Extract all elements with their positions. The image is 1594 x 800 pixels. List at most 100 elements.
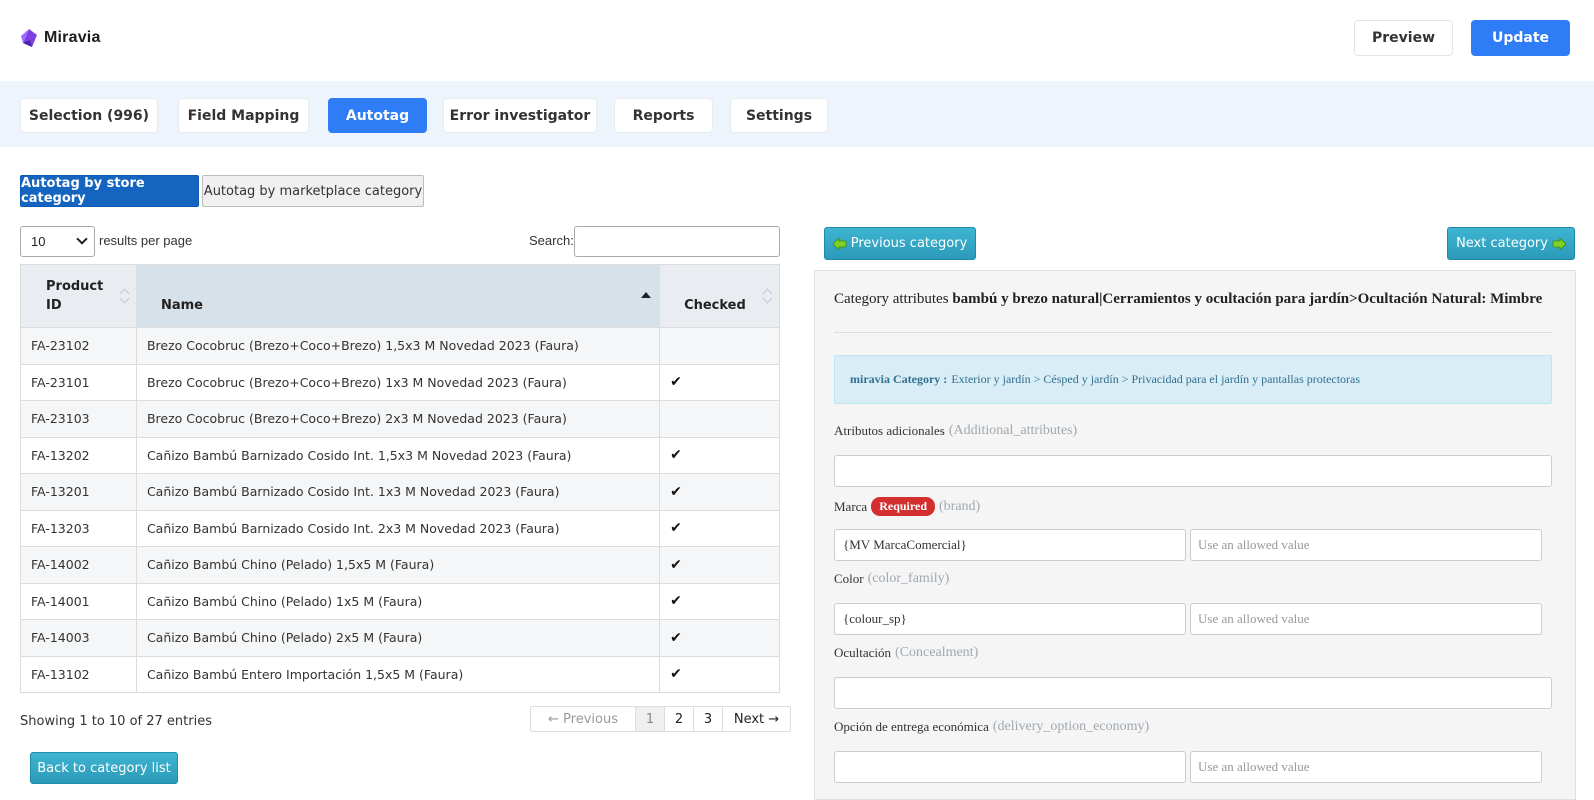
product-name-cell: Cañizo Bambú Barnizado Cosido Int. 1,5x3… [135, 436, 661, 474]
page-1-button[interactable]: 1 [636, 707, 665, 731]
product-id-cell: FA-14002 [20, 546, 137, 584]
checkmark-icon: ✔ [670, 593, 682, 610]
update-button[interactable]: Update [1471, 20, 1570, 56]
tab-bar: Selection (996) Field Mapping Autotag Er… [0, 81, 1594, 147]
required-badge: Required [871, 497, 935, 516]
product-name-cell: Brezo Cocobruc (Brezo+Coco+Brezo) 1x3 M … [135, 363, 661, 401]
checkmark-icon: ✔ [670, 666, 682, 683]
column-header-checked[interactable]: Checked [659, 264, 780, 328]
checked-cell: ✔ [659, 582, 780, 620]
field-label-brand: Marca Required (brand) [834, 497, 980, 516]
table-row[interactable]: FA-23102 Brezo Cocobruc (Brezo+Coco+Brezo… [20, 327, 780, 365]
brand-logo[interactable]: Miravia [20, 28, 101, 48]
checked-cell [659, 327, 780, 365]
table-row[interactable]: FA-13203 Cañizo Bambú Barnizado Cosido In… [20, 509, 780, 547]
product-id-cell: FA-23103 [20, 400, 137, 438]
page-3-button[interactable]: 3 [694, 707, 723, 731]
checked-cell: ✔ [659, 473, 780, 511]
product-name-cell: Brezo Cocobruc (Brezo+Coco+Brezo) 1,5x3 … [135, 327, 661, 365]
field-label-additional-attributes: Atributos adicionales (Additional_attrib… [834, 423, 1078, 438]
next-page-button[interactable]: Next → [723, 707, 790, 731]
checked-cell: ✔ [659, 509, 780, 547]
preview-button[interactable]: Preview [1354, 20, 1453, 56]
next-category-button[interactable]: Next category [1447, 227, 1575, 260]
checkmark-icon: ✔ [670, 447, 682, 464]
product-id-cell: FA-13203 [20, 509, 137, 547]
concealment-input[interactable] [834, 677, 1552, 709]
tab-settings[interactable]: Settings [730, 98, 828, 133]
product-name-cell: Brezo Cocobruc (Brezo+Coco+Brezo) 2x3 M … [135, 400, 661, 438]
table-row[interactable]: FA-23101 Brezo Cocobruc (Brezo+Coco+Brezo… [20, 363, 780, 401]
tab-field-mapping[interactable]: Field Mapping [178, 98, 309, 133]
checked-cell: ✔ [659, 436, 780, 474]
delivery-option-economy-allowed-value-input[interactable]: Use an allowed value [1190, 751, 1542, 783]
table-row[interactable]: FA-14003 Cañizo Bambú Chino (Pelado) 2x5 … [20, 619, 780, 657]
autotag-by-marketplace-button[interactable]: Autotag by marketplace category [202, 175, 424, 207]
checked-cell: ✔ [659, 655, 780, 693]
page-length-select[interactable]: 10 [20, 226, 95, 257]
brand-input[interactable]: {MV MarcaComercial} [834, 529, 1186, 561]
page-length-value: 10 [31, 234, 46, 249]
checkmark-icon: ✔ [670, 483, 682, 500]
product-name-cell: Cañizo Bambú Entero Importación 1,5x5 M … [135, 655, 661, 693]
field-label-color: Color (color_family) [834, 571, 950, 586]
delivery-option-economy-input[interactable] [834, 751, 1186, 783]
pagination: ← Previous 1 2 3 Next → [530, 706, 791, 732]
product-name-cell: Cañizo Bambú Barnizado Cosido Int. 2x3 M… [135, 509, 661, 547]
color-allowed-value-input[interactable]: Use an allowed value [1190, 603, 1542, 635]
checkmark-icon: ✔ [670, 556, 682, 573]
product-name-cell: Cañizo Bambú Chino (Pelado) 1x5 M (Faura… [135, 582, 661, 620]
checked-cell: ✔ [659, 619, 780, 657]
product-id-cell: FA-13201 [20, 473, 137, 511]
page-2-button[interactable]: 2 [665, 707, 694, 731]
tab-error-investigator[interactable]: Error investigator [443, 98, 597, 133]
chevron-down-icon [76, 233, 88, 245]
sort-icon [763, 287, 773, 303]
product-id-cell: FA-14003 [20, 619, 137, 657]
products-table: Product ID Name Checked FA-23102 Brezo Co… [20, 264, 780, 693]
top-bar: Miravia Preview Update [0, 0, 1594, 81]
tab-reports[interactable]: Reports [614, 98, 713, 133]
color-input[interactable]: {colour_sp} [834, 603, 1186, 635]
arrow-right-icon [1552, 237, 1566, 250]
checked-cell: ✔ [659, 363, 780, 401]
autotag-by-store-button[interactable]: Autotag by store category [20, 175, 199, 207]
field-label-delivery-option-economy: Opción de entrega económica (delivery_op… [834, 719, 1150, 734]
table-row[interactable]: FA-14001 Cañizo Bambú Chino (Pelado) 1x5 … [20, 582, 780, 620]
back-to-category-list-button[interactable]: Back to category list [30, 752, 178, 784]
product-id-cell: FA-13202 [20, 436, 137, 474]
panel-title: Category attributes bambú y brezo natura… [834, 291, 1543, 307]
previous-category-button[interactable]: Previous category [824, 227, 976, 260]
product-name-cell: Cañizo Bambú Chino (Pelado) 2x5 M (Faura… [135, 619, 661, 657]
additional-attributes-input[interactable] [834, 455, 1552, 487]
tab-autotag[interactable]: Autotag [328, 98, 427, 133]
sort-ascending-icon [641, 292, 652, 298]
table-row[interactable]: FA-13202 Cañizo Bambú Barnizado Cosido In… [20, 436, 780, 474]
field-label-concealment: Ocultación (Concealment) [834, 645, 979, 660]
checkmark-icon: ✔ [670, 520, 682, 537]
previous-page-button[interactable]: ← Previous [531, 707, 636, 731]
entries-info: Showing 1 to 10 of 27 entries [20, 714, 212, 729]
table-row[interactable]: FA-13102 Cañizo Bambú Entero Importación … [20, 655, 780, 693]
column-header-product-id[interactable]: Product ID [20, 264, 137, 328]
checked-cell: ✔ [659, 546, 780, 584]
product-id-cell: FA-23101 [20, 363, 137, 401]
checkmark-icon: ✔ [670, 629, 682, 646]
brand-allowed-value-input[interactable]: Use an allowed value [1190, 529, 1542, 561]
brand-name: Miravia [44, 29, 101, 46]
table-row[interactable]: FA-14002 Cañizo Bambú Chino (Pelado) 1,5x… [20, 546, 780, 584]
marketplace-category-info: miravia Category : Exterior y jardín > C… [834, 355, 1552, 404]
table-row[interactable]: FA-23103 Brezo Cocobruc (Brezo+Coco+Brezo… [20, 400, 780, 438]
search-label: Search: [529, 233, 574, 248]
search-input[interactable] [574, 226, 780, 257]
checked-cell [659, 400, 780, 438]
sort-icon [120, 287, 130, 303]
miravia-logo-icon [20, 28, 38, 48]
arrow-left-icon [832, 237, 847, 250]
table-row[interactable]: FA-13201 Cañizo Bambú Barnizado Cosido In… [20, 473, 780, 511]
divider [834, 332, 1552, 333]
column-header-name[interactable]: Name [135, 264, 661, 328]
tab-selection[interactable]: Selection (996) [20, 98, 158, 133]
results-per-page-label: results per page [99, 233, 193, 248]
checkmark-icon: ✔ [670, 374, 682, 391]
